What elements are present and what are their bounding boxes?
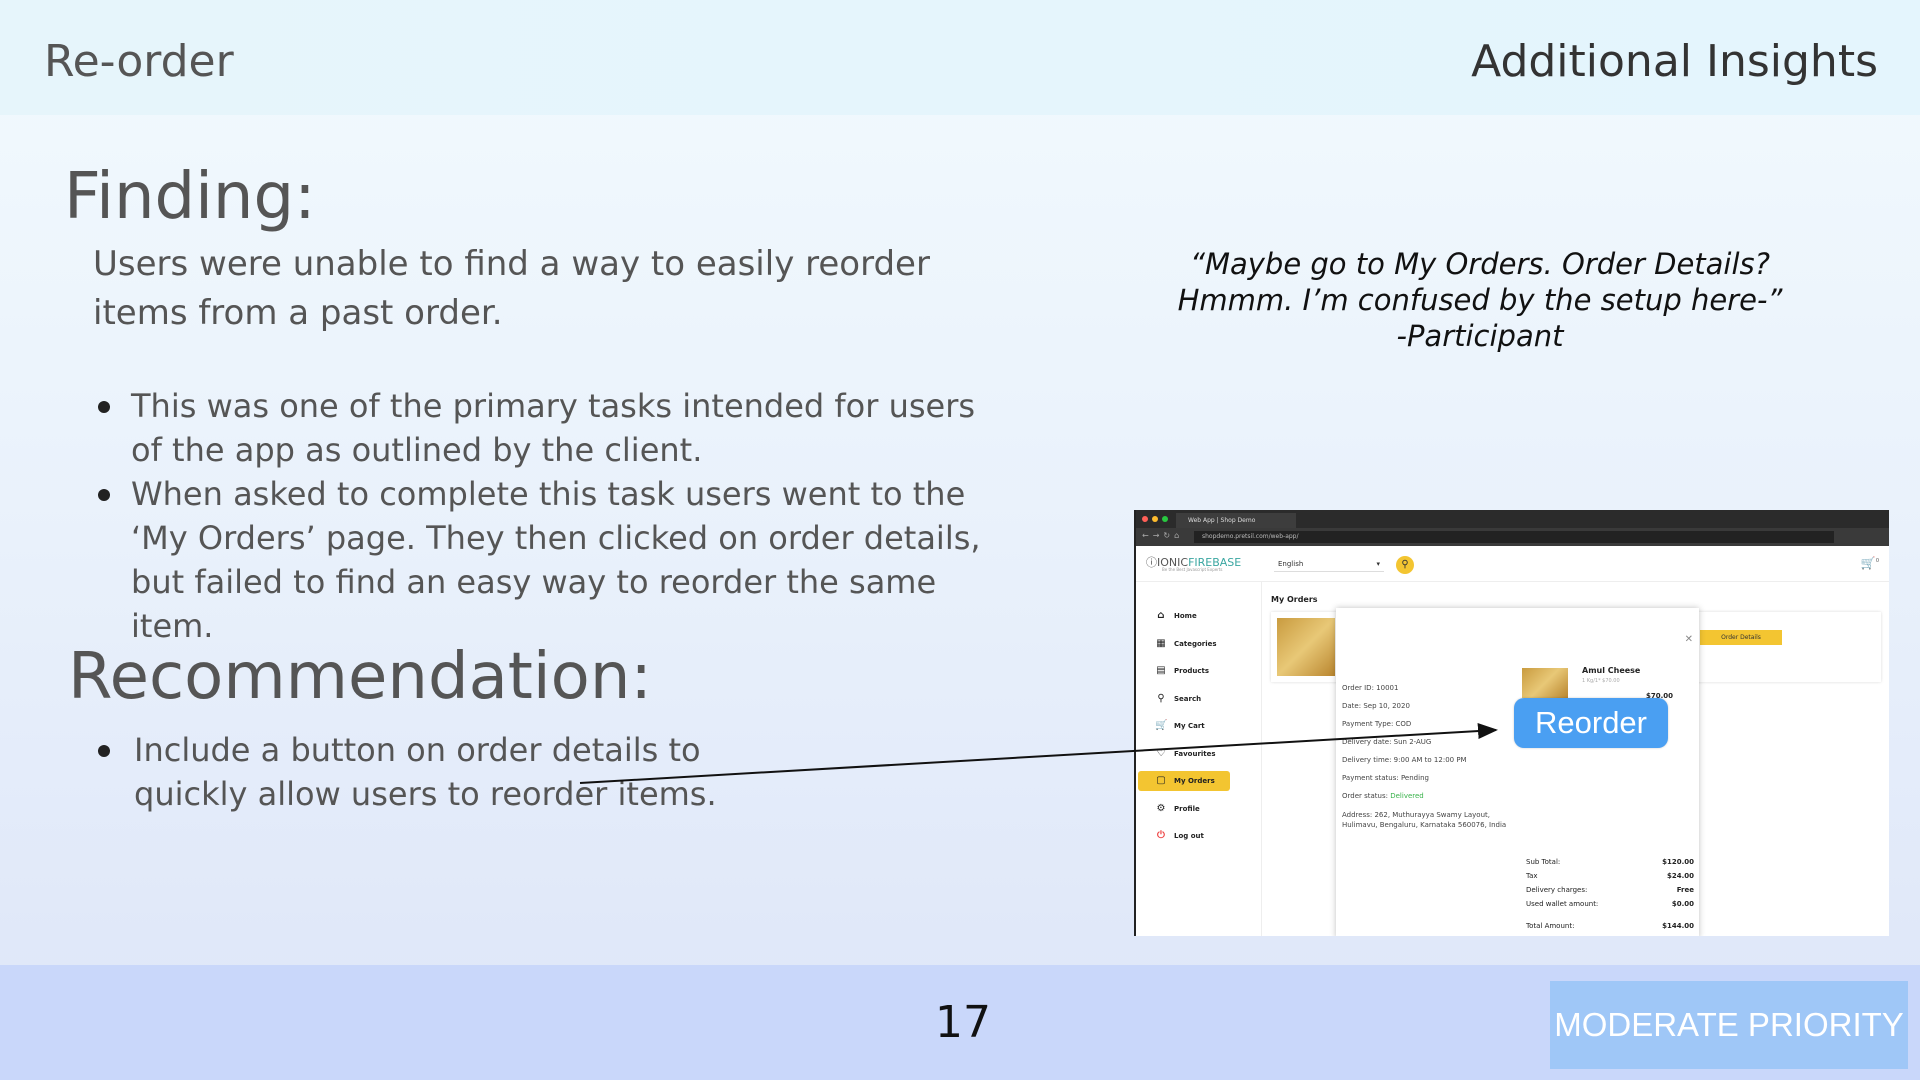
window-controls xyxy=(1142,516,1168,522)
sidebar-item-home: ⌂ Home xyxy=(1138,606,1230,626)
summary-row: Sub Total: $120.00 xyxy=(1526,858,1694,866)
finding-bullet: When asked to complete this task users w… xyxy=(94,472,1014,648)
order-status: Order status: Delivered xyxy=(1342,792,1424,800)
sidebar-item-my-orders: ▢ My Orders xyxy=(1138,771,1230,791)
app-sidebar: ⌂ Home ▦ Categories ▤ Products ⚲ Search 🛒 My … xyxy=(1136,582,1262,936)
finding-bullet: This was one of the primary tasks intend… xyxy=(94,384,1014,472)
gear-icon: ⚙ xyxy=(1156,802,1166,814)
summary-key: Delivery charges: xyxy=(1526,886,1588,894)
sidebar-item-label: Home xyxy=(1174,612,1197,620)
section-label: Re-order xyxy=(44,36,234,87)
finding-title: Finding: xyxy=(64,160,316,234)
page-number: 17 xyxy=(935,997,991,1048)
sidebar-item-label: My Orders xyxy=(1174,777,1215,785)
zoom-dot-icon xyxy=(1162,516,1168,522)
summary-value: $144.00 xyxy=(1662,922,1694,930)
page-title: My Orders xyxy=(1271,595,1318,604)
chevron-down-icon: ▾ xyxy=(1376,560,1380,568)
recommendation-title: Recommendation: xyxy=(68,640,652,714)
sidebar-item-label: Profile xyxy=(1174,804,1200,813)
app-screenshot: Web App | Shop Demo ←→↻⌂ shopdemo.pretsi… xyxy=(1134,510,1889,936)
payment-status: Payment status: Pending xyxy=(1342,774,1429,782)
sidebar-item-label: Search xyxy=(1174,694,1202,703)
app-header: ⓘIONICFIREBASE Be the Best Javascript Ex… xyxy=(1136,546,1889,582)
summary-value: $120.00 xyxy=(1662,858,1694,866)
summary-row: Used wallet amount: $0.00 xyxy=(1526,900,1694,908)
insights-label: Additional Insights xyxy=(1471,36,1878,87)
summary-value: $0.00 xyxy=(1671,900,1694,908)
sidebar-item-label: My Cart xyxy=(1174,722,1205,730)
sidebar-item-categories: ▦ Categories xyxy=(1138,634,1230,654)
sidebar-item-search: ⚲ Search xyxy=(1138,689,1230,709)
sidebar-item-products: ▤ Products xyxy=(1138,661,1230,681)
finding-text: Users were unable to find a way to easil… xyxy=(93,244,930,333)
sidebar-item-label: Products xyxy=(1174,667,1210,675)
sidebar-item-my-cart: 🛒 My Cart xyxy=(1138,716,1230,736)
browser-tab: Web App | Shop Demo xyxy=(1176,513,1296,528)
order-id: Order ID: 10001 xyxy=(1342,684,1399,692)
grid-icon: ▦ xyxy=(1156,637,1166,649)
reorder-button[interactable]: Reorder xyxy=(1514,698,1668,748)
delivery-time: Delivery time: 9:00 AM to 12:00 PM xyxy=(1342,756,1467,764)
browser-tab-bar: Web App | Shop Demo xyxy=(1136,510,1889,528)
bag-icon: ▢ xyxy=(1156,775,1166,786)
cart-icon: 🛒0 xyxy=(1860,556,1879,570)
browser-nav-icons: ←→↻⌂ xyxy=(1142,531,1184,540)
sidebar-item-label: Categories xyxy=(1174,639,1217,648)
order-status-label: Order status: xyxy=(1342,792,1388,800)
search-icon: ⚲ xyxy=(1396,556,1414,574)
priority-badge: MODERATE PRIORITY xyxy=(1550,981,1908,1069)
logo-subtitle: Be the Best Javascript Experts xyxy=(1162,567,1223,572)
quote-line: “Maybe go to My Orders. Order Details? xyxy=(1189,247,1771,281)
language-value: English xyxy=(1278,560,1304,568)
heart-icon: ♡ xyxy=(1156,747,1166,759)
summary-row: Tax $24.00 xyxy=(1526,872,1694,880)
products-icon: ▤ xyxy=(1156,665,1166,676)
summary-key: Tax xyxy=(1526,872,1538,880)
item-thumbnail xyxy=(1522,668,1568,698)
participant-quote: “Maybe go to My Orders. Order Details? H… xyxy=(1150,246,1810,354)
summary-value: Free xyxy=(1676,886,1694,894)
search-icon: ⚲ xyxy=(1157,692,1165,704)
sidebar-item-log-out: ⏻ Log out xyxy=(1138,826,1230,846)
summary-key: Sub Total: xyxy=(1526,858,1561,866)
item-subtitle: 1 Kg/1* $70.00 xyxy=(1582,678,1620,684)
summary-row-total: Total Amount: $144.00 xyxy=(1526,922,1694,930)
language-select: English ▾ xyxy=(1274,556,1384,572)
quote-attribution: -Participant xyxy=(1396,319,1564,353)
sidebar-item-label: Log out xyxy=(1174,832,1204,840)
power-icon: ⏻ xyxy=(1157,830,1165,841)
summary-key: Total Amount: xyxy=(1526,922,1575,930)
url-field: shopdemo.pretsil.com/web-app/ xyxy=(1194,531,1834,543)
close-icon: ✕ xyxy=(1684,634,1693,645)
finding-bullets: This was one of the primary tasks intend… xyxy=(94,384,1014,648)
recommendation-bullets: Include a button on order details to qui… xyxy=(94,728,794,816)
close-dot-icon xyxy=(1142,516,1148,522)
order-date: Date: Sep 10, 2020 xyxy=(1342,702,1410,710)
item-name: Amul Cheese xyxy=(1582,666,1641,675)
order-details-modal: ✕ Order ID: 10001 Date: Sep 10, 2020 Pay… xyxy=(1336,608,1699,936)
delivery-date: Delivery date: Sun 2-AUG xyxy=(1342,738,1432,746)
home-icon: ⌂ xyxy=(1157,610,1165,621)
sidebar-item-label: Favourites xyxy=(1174,749,1216,758)
logo-mark-icon: ⓘ xyxy=(1146,556,1157,569)
order-status-value: Delivered xyxy=(1390,792,1424,800)
summary-value: $24.00 xyxy=(1666,872,1694,880)
order-address: Address: 262, Muthurayya Swamy Layout, H… xyxy=(1342,811,1507,829)
cart-count: 0 xyxy=(1875,558,1879,564)
sidebar-item-profile: ⚙ Profile xyxy=(1138,799,1230,819)
quote-line: Hmmm. I’m confused by the setup here-” xyxy=(1177,283,1783,317)
summary-key: Used wallet amount: xyxy=(1526,900,1599,908)
cart-icon: 🛒 xyxy=(1155,720,1168,731)
recommendation-bullet: Include a button on order details to qui… xyxy=(94,728,794,816)
browser-address-bar: ←→↻⌂ shopdemo.pretsil.com/web-app/ xyxy=(1136,528,1889,546)
minimize-dot-icon xyxy=(1152,516,1158,522)
summary-row: Delivery charges: Free xyxy=(1526,886,1694,894)
order-details-button: Order Details xyxy=(1700,630,1782,645)
payment-type: Payment Type: COD xyxy=(1342,720,1412,728)
order-thumbnail xyxy=(1277,618,1335,676)
sidebar-item-favourites: ♡ Favourites xyxy=(1138,744,1230,764)
